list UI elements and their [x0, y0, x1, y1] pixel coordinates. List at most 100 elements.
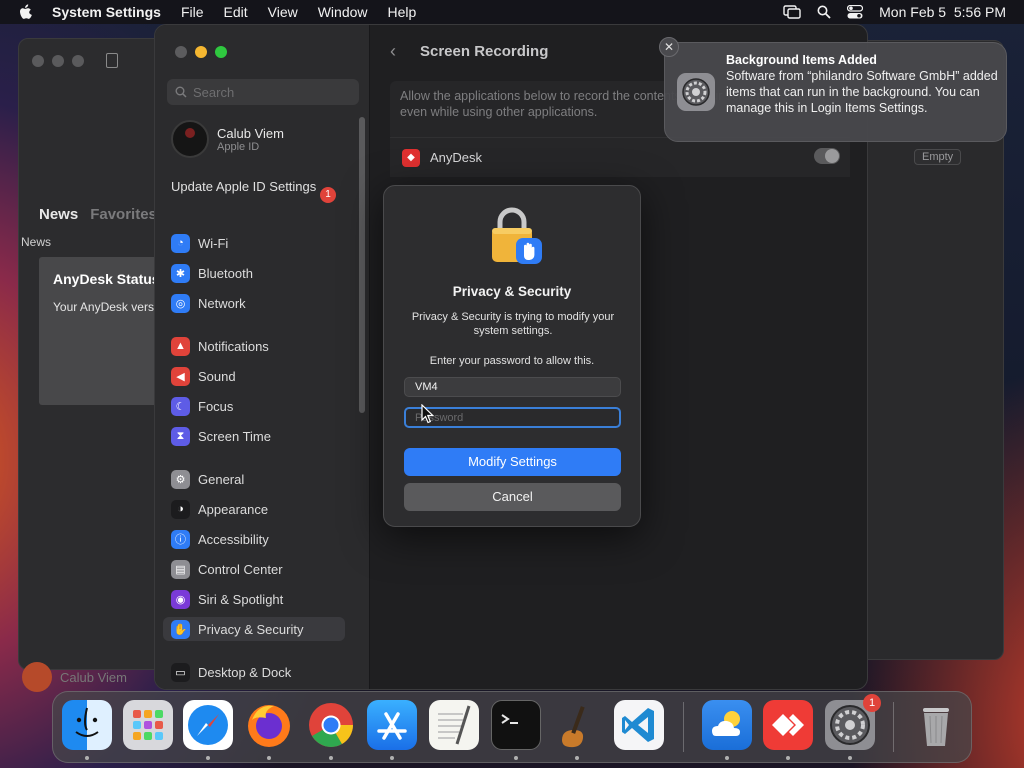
app-menu[interactable]: System Settings — [52, 4, 161, 20]
mouse-cursor-icon — [421, 404, 435, 424]
dock-firefox-icon[interactable] — [244, 700, 294, 750]
sidebar-item-focus[interactable]: ☾ Focus — [171, 394, 233, 418]
empty-badge: Empty — [914, 149, 962, 165]
dock-chrome-icon[interactable] — [306, 700, 356, 750]
dock-trash-icon[interactable] — [911, 700, 961, 750]
dock-finder-icon[interactable] — [62, 700, 112, 750]
apple-id-profile[interactable]: Calub Viem Apple ID — [171, 120, 284, 158]
running-indicator — [514, 756, 518, 760]
zoom-button[interactable] — [215, 46, 227, 58]
sidebar-item-wi-fi[interactable]: ◔ Wi-Fi — [171, 231, 228, 255]
sidebar-item-control-center[interactable]: ▤ Control Center — [171, 557, 283, 581]
bg-user-label: Calub Viem — [22, 662, 127, 692]
running-indicator — [725, 756, 729, 760]
dock-app-store-icon[interactable] — [367, 700, 417, 750]
sidebar-scrollbar[interactable] — [359, 117, 365, 413]
sidebar-item-label: Control Center — [198, 561, 283, 577]
dock-weather-icon[interactable] — [702, 700, 752, 750]
control-center-icon[interactable] — [847, 5, 864, 19]
profile-subtitle: Apple ID — [217, 140, 260, 153]
dock-safari-icon[interactable] — [183, 700, 233, 750]
sidebar-item-desktop-dock[interactable]: ▭ Desktop & Dock — [171, 660, 291, 684]
update-apple-id-item[interactable]: Update Apple ID Settings 1 — [171, 179, 361, 203]
menu-view[interactable]: View — [268, 4, 298, 20]
news-card[interactable]: AnyDesk Status Your AnyDesk version is u… — [39, 257, 169, 405]
back-chevron-icon[interactable]: ‹ — [390, 41, 396, 62]
sidebar-item-label: Privacy & Security — [198, 621, 304, 637]
sidebar-item-screen-time[interactable]: ⧗ Screen Time — [171, 424, 271, 448]
news-card-title: AnyDesk Status — [53, 271, 160, 287]
screen-mirroring-icon[interactable] — [783, 5, 801, 19]
dock-separator — [893, 702, 894, 752]
speaker-icon: ◀ — [171, 366, 190, 386]
settings-sidebar: Search Calub Viem Apple ID Update Apple I… — [155, 25, 370, 689]
sidebar-item-notifications[interactable]: ▲ Notifications — [171, 334, 269, 358]
menu-edit[interactable]: Edit — [224, 4, 248, 20]
hourglass-icon: ⧗ — [171, 426, 190, 446]
sidebar-item-label: General — [198, 471, 245, 487]
zoom-button[interactable] — [72, 55, 84, 67]
dock-textedit-icon[interactable] — [429, 700, 479, 750]
dock-vscode-icon[interactable] — [614, 700, 664, 750]
sidebar-toggle-icon[interactable] — [106, 53, 118, 68]
search-field[interactable]: Search — [167, 79, 359, 105]
close-notification-icon[interactable]: ✕ — [659, 37, 679, 57]
password-field[interactable] — [404, 407, 621, 428]
dialog-title: Privacy & Security — [452, 284, 572, 299]
sidebar-item-general[interactable]: ⚙ General — [171, 467, 244, 491]
page-title: Screen Recording — [420, 43, 549, 60]
control-center-icon: ▤ — [171, 559, 190, 579]
anydesk-toggle[interactable] — [814, 148, 840, 164]
sidebar-item-bluetooth[interactable]: ✱ Bluetooth — [171, 261, 253, 285]
minimize-button[interactable] — [195, 46, 207, 58]
menu-help[interactable]: Help — [388, 4, 417, 20]
sidebar-item-label: Siri & Spotlight — [198, 591, 284, 607]
menu-clock[interactable]: Mon Feb 5 5:56 PM — [879, 4, 1006, 20]
moon-icon: ☾ — [171, 396, 190, 416]
avatar — [22, 662, 52, 692]
app-row-label: AnyDesk — [430, 150, 483, 165]
gear-icon: ⚙ — [171, 469, 190, 489]
notification-body: Software from “philandro Software GmbH” … — [726, 69, 998, 115]
dock-garageband-icon[interactable] — [552, 700, 602, 750]
running-indicator — [575, 756, 579, 760]
clock-date: Mon Feb 5 — [879, 4, 947, 20]
sidebar-item-network[interactable]: ◎ Network — [171, 291, 246, 315]
dock-anydesk-icon[interactable] — [763, 700, 813, 750]
clock-time: 5:56 PM — [953, 4, 1006, 20]
sidebar-item-appearance[interactable]: ◑ Appearance — [171, 497, 268, 521]
close-button[interactable] — [32, 55, 44, 67]
cancel-button[interactable]: Cancel — [404, 483, 621, 511]
sidebar-item-label: Network — [198, 295, 246, 311]
minimize-button[interactable] — [52, 55, 64, 67]
dock-terminal-icon[interactable] — [491, 700, 541, 750]
search-placeholder: Search — [193, 84, 235, 100]
tab-news[interactable]: News — [39, 206, 78, 223]
news-card-text: Your AnyDesk version is up to date. — [53, 300, 169, 314]
running-indicator — [329, 756, 333, 760]
tab-favorites[interactable]: Favorites — [90, 206, 157, 223]
profile-name: Calub Viem — [217, 125, 284, 141]
sidebar-item-sound[interactable]: ◀ Sound — [171, 364, 236, 388]
notification-badge: 1 — [320, 187, 336, 203]
sidebar-item-privacy-security[interactable]: ✋ Privacy & Security — [163, 617, 345, 641]
sidebar-item-accessibility[interactable]: ⓘ Accessibility — [171, 527, 269, 551]
hand-icon: ✋ — [171, 619, 190, 639]
dock-launchpad-icon[interactable] — [123, 700, 173, 750]
update-label: Update Apple ID Settings — [171, 179, 317, 194]
notification-banner[interactable]: ✕ Background Items Added Software from “… — [659, 37, 1007, 142]
avatar — [171, 120, 209, 158]
dialog-prompt: Enter your password to allow this. — [429, 355, 595, 367]
apple-menu-icon[interactable] — [18, 3, 34, 21]
modify-settings-button[interactable]: Modify Settings — [404, 448, 621, 476]
dialog-message: Privacy & Security is trying to modify y… — [411, 311, 615, 337]
close-button[interactable] — [175, 46, 187, 58]
dock-system-settings-icon[interactable]: 1 — [825, 694, 881, 750]
sidebar-item-label: Bluetooth — [198, 265, 253, 281]
appearance-icon: ◑ — [171, 499, 190, 519]
spotlight-search-icon[interactable] — [817, 5, 831, 19]
menu-window[interactable]: Window — [318, 4, 368, 20]
menu-file[interactable]: File — [181, 4, 204, 20]
username-field[interactable]: VM4 — [404, 377, 621, 397]
sidebar-item-siri-spotlight[interactable]: ◉ Siri & Spotlight — [171, 587, 283, 611]
